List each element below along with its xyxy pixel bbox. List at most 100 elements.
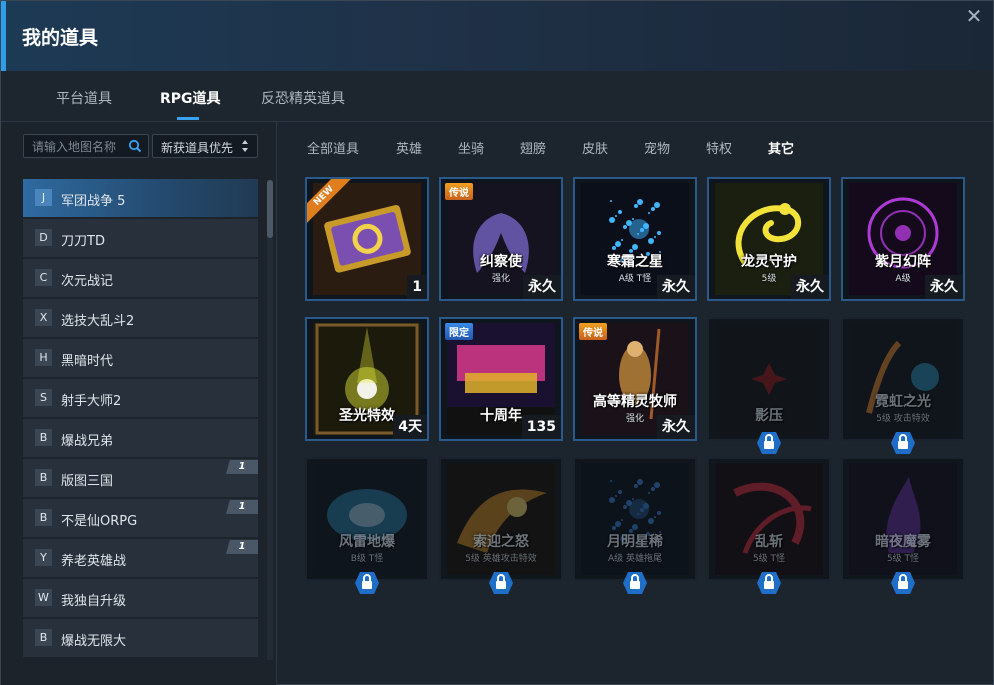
item-name: 龙灵守护 (741, 254, 797, 270)
locked-item-card[interactable]: 月明星稀 A级 英雄拖尾 (573, 457, 697, 581)
lock-icon (488, 571, 514, 595)
category-pet[interactable]: 宠物 (644, 138, 670, 157)
map-list-item[interactable]: J 军团战争 5 (23, 179, 258, 217)
locked-item-card[interactable]: 暗夜魔雾 5级 T怪 (841, 457, 965, 581)
map-name: 黑暗时代 (61, 354, 114, 369)
map-list-scrollbar[interactable] (267, 180, 273, 660)
locked-item-card[interactable]: 乱斩 5级 T怪 (707, 457, 831, 581)
item-name: 紫月幻阵 (875, 254, 931, 270)
lock-icon (354, 571, 380, 595)
map-initial: B (35, 469, 52, 486)
lock-icon (890, 571, 916, 595)
map-list-item[interactable]: S 射手大师2 (23, 379, 258, 417)
sort-label: 新获道具优先 (161, 141, 234, 155)
map-name: 版图三国 (61, 474, 114, 489)
map-name: 射手大师2 (61, 394, 122, 409)
item-grade: 5级 攻击特效 (876, 414, 930, 424)
map-list-item[interactable]: C 次元战记 (23, 259, 258, 297)
map-list-item[interactable]: B 爆战无限大 (23, 619, 258, 657)
item-name: 高等精灵牧师 (593, 394, 677, 410)
category-wings[interactable]: 翅膀 (520, 138, 546, 157)
item-tag: 限定 (445, 323, 473, 340)
map-search-input[interactable] (30, 137, 126, 157)
item-name: 索迎之怒 (473, 534, 529, 550)
item-grade: 5级 T怪 (752, 554, 786, 564)
map-list-item[interactable]: Y 养老英雄战 1 (23, 539, 258, 577)
map-list-item[interactable]: W 我独自升级 (23, 579, 258, 617)
item-quantity: 4天 (393, 415, 427, 439)
item-quantity: 永久 (925, 275, 963, 299)
map-list: J 军团战争 5 D 刀刀TD C 次元战记 X 选技大乱斗2 H 黑暗时代 S 射手大师2 B 爆战兄弟… (23, 179, 259, 659)
item-grade: 5级 英雄攻击特效 (465, 554, 537, 564)
category-mount[interactable]: 坐骑 (458, 138, 484, 157)
category-all[interactable]: 全部道具 (307, 138, 359, 157)
locked-item-card[interactable]: 索迎之怒 5级 英雄攻击特效 (439, 457, 563, 581)
item-card[interactable]: 圣光特效 4天 (305, 317, 429, 441)
map-initial: B (35, 629, 52, 646)
lock-icon (756, 571, 782, 595)
tab-cs-items[interactable]: 反恐精英道具 (261, 88, 345, 108)
map-name: 选技大乱斗2 (61, 314, 135, 329)
map-initial: Y (35, 549, 52, 566)
item-quantity: 永久 (657, 275, 695, 299)
map-list-item[interactable]: B 不是仙ORPG 1 (23, 499, 258, 537)
main-tabs: 平台道具 RPG道具 反恐精英道具 (1, 71, 993, 122)
item-card[interactable]: NEW 1 (305, 177, 429, 301)
map-initial: S (35, 389, 52, 406)
map-name: 次元战记 (61, 274, 114, 289)
map-name: 我独自升级 (61, 594, 127, 609)
map-initial: D (35, 229, 52, 246)
item-name: 寒霜之星 (607, 254, 663, 270)
item-name: 霓虹之光 (875, 394, 931, 410)
tab-platform-items[interactable]: 平台道具 (56, 88, 112, 108)
category-other[interactable]: 其它 (768, 138, 794, 157)
item-card[interactable]: 传说 纠察使 强化 永久 (439, 177, 563, 301)
item-name: 月明星稀 (607, 534, 663, 550)
search-icon[interactable] (128, 139, 142, 153)
item-card[interactable]: 寒霜之星 A级 T怪 永久 (573, 177, 697, 301)
item-card[interactable]: 紫月幻阵 A级 永久 (841, 177, 965, 301)
category-tabs: 全部道具 英雄 坐骑 翅膀 皮肤 宠物 特权 其它 (277, 122, 993, 168)
item-grade: 5级 T怪 (886, 554, 920, 564)
item-name: 风雷地爆 (339, 534, 395, 550)
title-accent (1, 1, 6, 71)
locked-item-card[interactable]: 影压 (707, 317, 831, 441)
item-quantity: 永久 (791, 275, 829, 299)
category-privilege[interactable]: 特权 (706, 138, 732, 157)
map-list-item[interactable]: B 版图三国 1 (23, 459, 258, 497)
new-count-badge: 1 (226, 460, 258, 474)
item-grade: A级 英雄拖尾 (607, 554, 663, 564)
locked-item-card[interactable]: 风雷地爆 B级 T怪 (305, 457, 429, 581)
sort-dropdown[interactable]: 新获道具优先 (152, 134, 258, 158)
sort-arrows-icon (242, 140, 248, 152)
close-icon[interactable]: ✕ (963, 5, 985, 27)
item-card[interactable]: 限定 十周年 135 (439, 317, 563, 441)
new-count-badge: 1 (226, 540, 258, 554)
item-card[interactable]: 传说 高等精灵牧师 强化 永久 (573, 317, 697, 441)
map-initial: B (35, 509, 52, 526)
map-list-item[interactable]: H 黑暗时代 (23, 339, 258, 377)
map-name: 军团战争 5 (61, 194, 126, 209)
item-quantity: 永久 (523, 275, 561, 299)
map-name: 爆战兄弟 (61, 434, 114, 449)
category-skin[interactable]: 皮肤 (582, 138, 608, 157)
item-grade: B级 T怪 (350, 554, 384, 564)
map-list-scroll-thumb[interactable] (267, 180, 273, 238)
map-initial: C (35, 269, 52, 286)
locked-item-card[interactable]: 霓虹之光 5级 攻击特效 (841, 317, 965, 441)
item-quantity: 永久 (657, 415, 695, 439)
map-list-item[interactable]: B 爆战兄弟 (23, 419, 258, 457)
lock-icon (756, 431, 782, 455)
category-hero[interactable]: 英雄 (396, 138, 422, 157)
map-initial: B (35, 429, 52, 446)
tab-rpg-items[interactable]: RPG道具 (160, 88, 221, 108)
lock-icon (890, 431, 916, 455)
map-name: 不是仙ORPG (61, 514, 138, 529)
item-name: 暗夜魔雾 (875, 534, 931, 550)
map-list-item[interactable]: D 刀刀TD (23, 219, 258, 257)
item-tag: 传说 (445, 183, 473, 200)
map-list-item[interactable]: X 选技大乱斗2 (23, 299, 258, 337)
item-card[interactable]: 龙灵守护 5级 永久 (707, 177, 831, 301)
new-count-badge: 1 (226, 500, 258, 514)
map-name: 爆战无限大 (61, 634, 127, 649)
